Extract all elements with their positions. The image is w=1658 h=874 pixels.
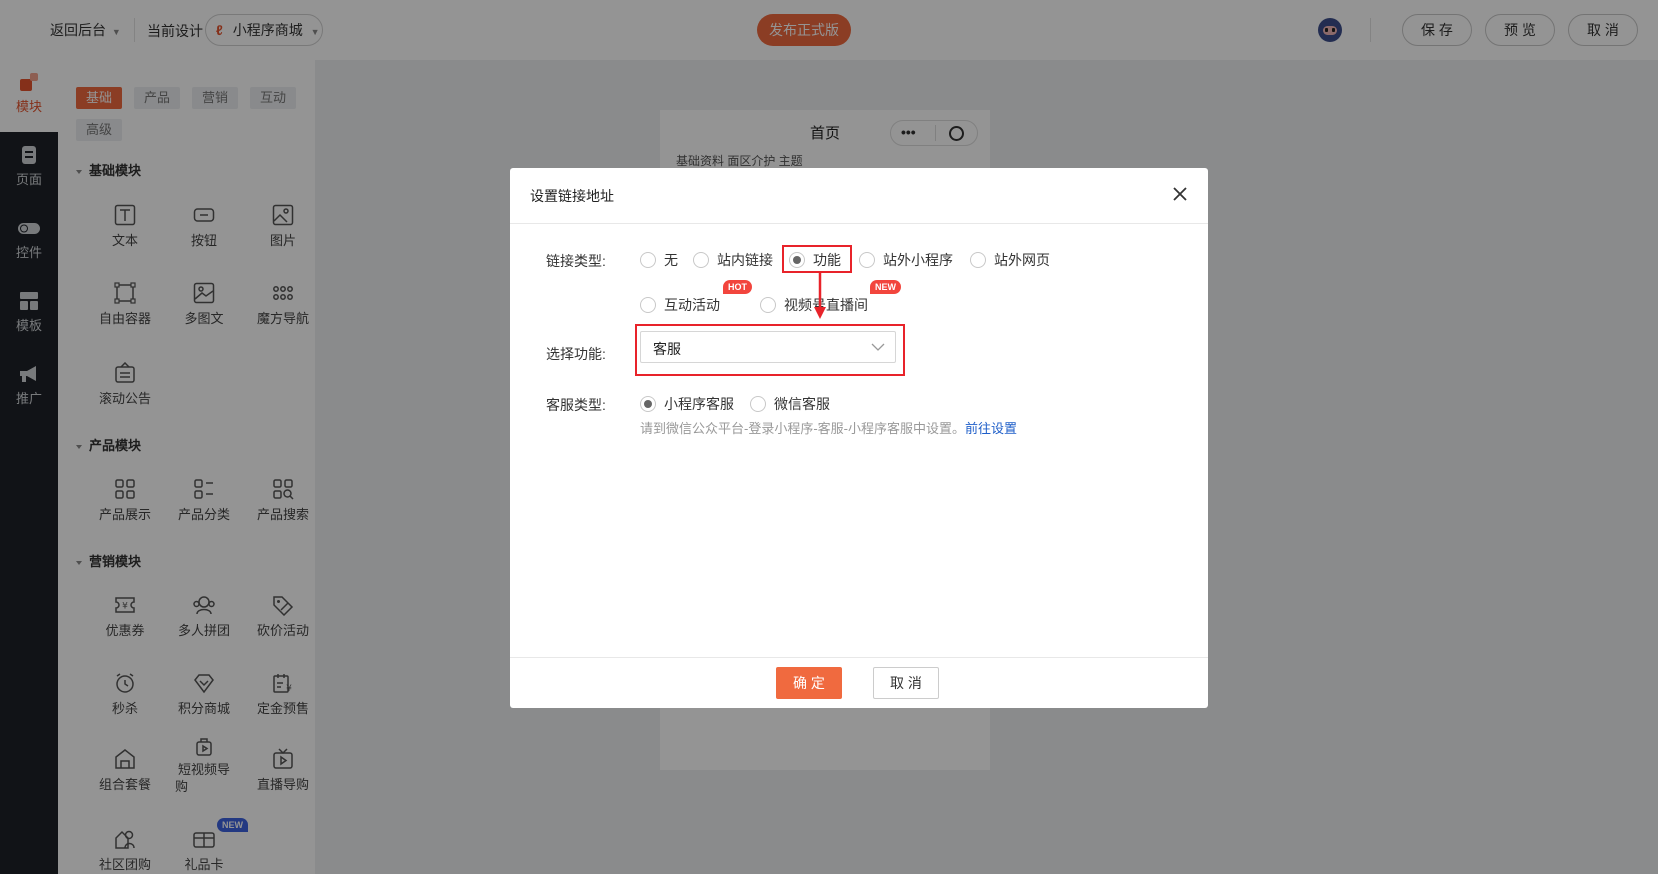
dialog-header-divider [510,223,1208,224]
confirm-button[interactable]: 确 定 [776,667,842,699]
go-settings-link[interactable]: 前往设置 [965,421,1017,436]
radio-service-miniprogram[interactable]: 小程序客服 [640,395,734,413]
hint-text: 请到微信公众平台-登录小程序-客服-小程序客服中设置。 [640,421,965,436]
radio-label: 小程序客服 [664,396,734,412]
radio-label: 站外网页 [994,252,1050,268]
radio-label: 站外小程序 [883,252,953,268]
radio-label: 站内链接 [717,252,773,268]
hint-text-line: 请到微信公众平台-登录小程序-客服-小程序客服中设置。前往设置 [640,418,1017,437]
annotation-highlight-select [635,324,905,376]
radio-button[interactable] [970,252,986,269]
radio-link-none[interactable]: 无 [640,251,678,269]
dialog-title: 设置链接地址 [530,188,614,204]
dialog-footer-divider [510,657,1208,658]
radio-button[interactable] [693,252,709,269]
radio-link-interactive-activity[interactable]: 互动活动 [640,296,720,314]
radio-label: 微信客服 [774,396,830,412]
close-icon[interactable] [1170,184,1190,204]
cancel-button[interactable]: 取 消 [873,667,939,699]
radio-button[interactable] [640,252,656,269]
radio-label: 无 [664,252,678,268]
hot-badge: HOT [723,280,752,294]
radio-label: 互动活动 [664,297,720,313]
radio-button[interactable] [859,252,875,269]
annotation-highlight-function [782,245,852,273]
radio-button[interactable] [640,396,656,413]
radio-link-external-web[interactable]: 站外网页 [970,251,1050,269]
link-type-label: 链接类型: [546,253,606,269]
radio-button[interactable] [750,396,766,413]
radio-link-internal[interactable]: 站内链接 [693,251,773,269]
select-function-label: 选择功能: [546,346,606,362]
radio-service-wechat[interactable]: 微信客服 [750,395,830,413]
radio-link-external-miniprogram[interactable]: 站外小程序 [859,251,953,269]
set-link-dialog: 设置链接地址 链接类型: 无 站内链接 功能 站外小程序 站外网页 互动活动 H… [510,168,1208,708]
annotation-arrow [813,273,827,321]
radio-button[interactable] [760,297,776,314]
radio-button[interactable] [640,297,656,314]
new-badge: NEW [870,280,901,294]
service-type-label: 客服类型: [546,397,606,413]
